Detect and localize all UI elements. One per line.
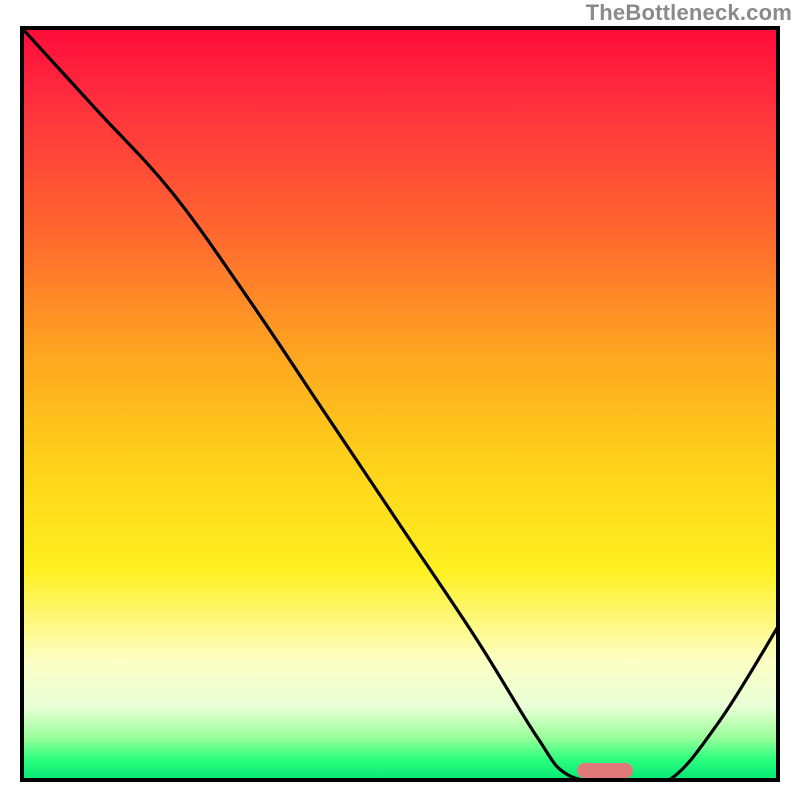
chart-root: { "attribution": "TheBottleneck.com", "c… xyxy=(0,0,800,800)
attribution-label: TheBottleneck.com xyxy=(586,0,792,26)
plot-area xyxy=(20,26,780,782)
curve-path xyxy=(20,26,780,782)
optimal-marker xyxy=(577,763,633,778)
bottleneck-curve xyxy=(20,26,780,782)
